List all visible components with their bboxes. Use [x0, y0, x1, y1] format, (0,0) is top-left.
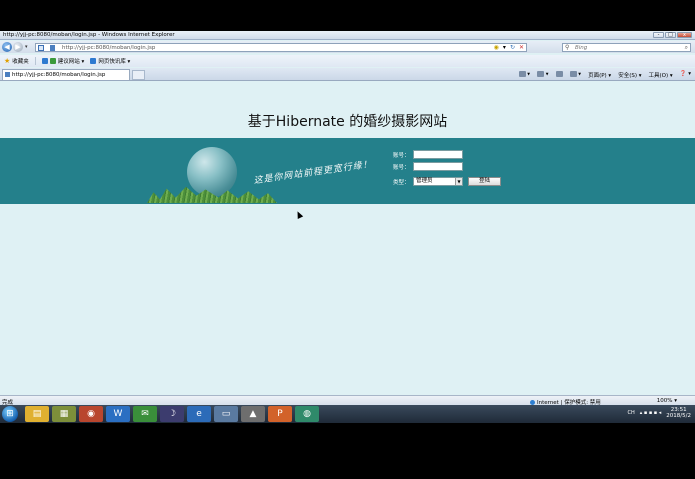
tools-menu[interactable]: 工具(O) ▾ [649, 71, 673, 79]
type-label: 类型： [393, 179, 410, 186]
folder-app-icon[interactable]: ▦ [52, 406, 76, 422]
maximize-button[interactable]: □ [665, 32, 676, 38]
language-indicator[interactable]: CH [627, 410, 634, 416]
help-menu[interactable]: ❓ ▾ [680, 71, 691, 79]
close-button[interactable]: x [677, 32, 692, 38]
account-input[interactable] [413, 150, 463, 159]
globe-image [187, 147, 237, 197]
forward-arrow-icon: ▶ [15, 43, 21, 51]
file-app-icon[interactable]: ▭ [214, 406, 238, 422]
system-tray: CH ▴ ▪ ▪ ▪ ◂ 23:51 2018/5/2 [627, 407, 691, 419]
explorer-app-icon[interactable]: ▤ [25, 406, 49, 422]
clock[interactable]: 23:51 2018/5/2 [666, 407, 691, 419]
home-icon[interactable]: ▾ [518, 71, 530, 79]
tab-bar: http://yjj-pc:8080/moban/login.jsp ▾ ▾ ▾… [0, 68, 695, 81]
page-icon [50, 45, 55, 51]
stop-icon[interactable]: ✕ [519, 44, 524, 51]
chevron-down-icon: ▼ [455, 178, 462, 185]
window-titlebar: http://yjj-pc:8080/moban/login.jsp - Win… [0, 31, 695, 40]
new-tab-button[interactable] [132, 70, 145, 80]
page-title: 基于Hibernate 的婚纱摄影网站 [247, 114, 448, 130]
star-icon: ★ [4, 57, 11, 65]
safety-menu[interactable]: 安全(S) ▾ [618, 71, 641, 79]
feeds-icon[interactable]: ▾ [537, 71, 549, 79]
clock-date: 2018/5/2 [666, 413, 691, 419]
compat-page-icon [38, 45, 44, 51]
login-button[interactable]: 登陆 [468, 177, 501, 186]
favorites-item-label: 网页快讯库 ▾ [98, 59, 131, 65]
status-bar: 完成 Internet | 保护模式: 禁用 100% ▾ [0, 395, 695, 406]
address-bar-row: ◀ ▶ ▾ http://yjj-pc:8080/moban/login.jsp… [0, 41, 695, 53]
minimize-button[interactable]: - [653, 32, 664, 38]
web-slice-icon [90, 58, 97, 64]
mail-icon[interactable] [555, 71, 563, 79]
search-icon: ⚲ [565, 44, 570, 51]
favorites-item-suggested-sites[interactable]: 建议网站 ▾ [41, 57, 85, 65]
refresh-icon[interactable]: ↻ [510, 44, 515, 51]
favorites-label: 收藏夹 [12, 59, 29, 65]
search-go-icon[interactable]: ⌕ [685, 44, 688, 52]
start-button[interactable]: ⊞ [2, 406, 18, 422]
powerpoint-app-icon[interactable]: P [268, 406, 292, 422]
search-box[interactable]: ⚲ ⌕ [562, 43, 691, 52]
address-dropdown-icon[interactable]: ▾ [503, 44, 506, 51]
address-url: http://yjj-pc:8080/moban/login.jsp [62, 45, 156, 51]
tray-icons[interactable]: ▴ ▪ ▪ ▪ ◂ [640, 410, 662, 416]
taskbar: ⊞ ▤ ▦ ◉ W ✉ ☽ e ▭ ▲ P ◍ CH ▴ ▪ ▪ ▪ ◂ 23:… [0, 405, 695, 423]
zoom-level[interactable]: 100% ▾ [657, 398, 677, 404]
favorites-item-web-slice[interactable]: 网页快讯库 ▾ [90, 57, 130, 65]
command-bar: ▾ ▾ ▾ 页面(P) ▾ 安全(S) ▾ 工具(O) ▾ ❓ ▾ [518, 71, 691, 79]
window-title: http://yjj-pc:8080/moban/login.jsp - Win… [3, 32, 175, 38]
banner-illustration: 这是你网站前程更宽行缘！ [147, 141, 382, 203]
type-selected-value: 管理员 [416, 178, 433, 184]
type-row: 类型： 管理员 ▼ 登陆 [393, 177, 501, 186]
password-label: 账号： [393, 164, 410, 171]
print-icon[interactable]: ▾ [569, 71, 581, 79]
word-app-icon[interactable]: W [106, 406, 130, 422]
tab-login[interactable]: http://yjj-pc:8080/moban/login.jsp [2, 69, 130, 80]
chrome-app-icon[interactable]: ◉ [79, 406, 103, 422]
page-menu[interactable]: 页面(P) ▾ [588, 71, 611, 79]
account-label: 账号： [393, 152, 410, 159]
windows-logo-icon: ⊞ [6, 409, 14, 419]
network-app-icon[interactable]: ◍ [295, 406, 319, 422]
forward-button[interactable]: ▶ [13, 42, 23, 52]
eclipse-app-icon[interactable]: ☽ [160, 406, 184, 422]
compatibility-view-icon[interactable]: ◉ [494, 44, 499, 51]
password-row: 账号： [393, 162, 463, 171]
recent-pages-dropdown-icon[interactable]: ▾ [25, 44, 28, 50]
favorites-item-label: 建议网站 ▾ [57, 59, 85, 65]
divider [34, 57, 36, 65]
suggested-sites-icon [49, 58, 56, 64]
password-input[interactable] [413, 162, 463, 171]
wechat-app-icon[interactable]: ✉ [133, 406, 157, 422]
address-input[interactable]: http://yjj-pc:8080/moban/login.jsp ◉ ▾ ↻… [35, 43, 527, 52]
add-favorite-icon [41, 58, 48, 64]
account-row: 账号： [393, 150, 463, 159]
favorites-bar: ★ 收藏夹 建议网站 ▾ 网页快讯库 ▾ [0, 55, 695, 67]
app-icon[interactable]: ▲ [241, 406, 265, 422]
ie-app-icon[interactable]: e [187, 406, 211, 422]
back-arrow-icon: ◀ [4, 43, 10, 51]
search-input[interactable] [563, 44, 690, 52]
screen: http://yjj-pc:8080/moban/login.jsp - Win… [0, 31, 695, 423]
banner-slogan: 这是你网站前程更宽行缘！ [253, 159, 374, 187]
type-select[interactable]: 管理员 ▼ [413, 177, 463, 186]
favorites-button[interactable]: ★ 收藏夹 [4, 57, 29, 65]
back-button[interactable]: ◀ [2, 42, 12, 52]
